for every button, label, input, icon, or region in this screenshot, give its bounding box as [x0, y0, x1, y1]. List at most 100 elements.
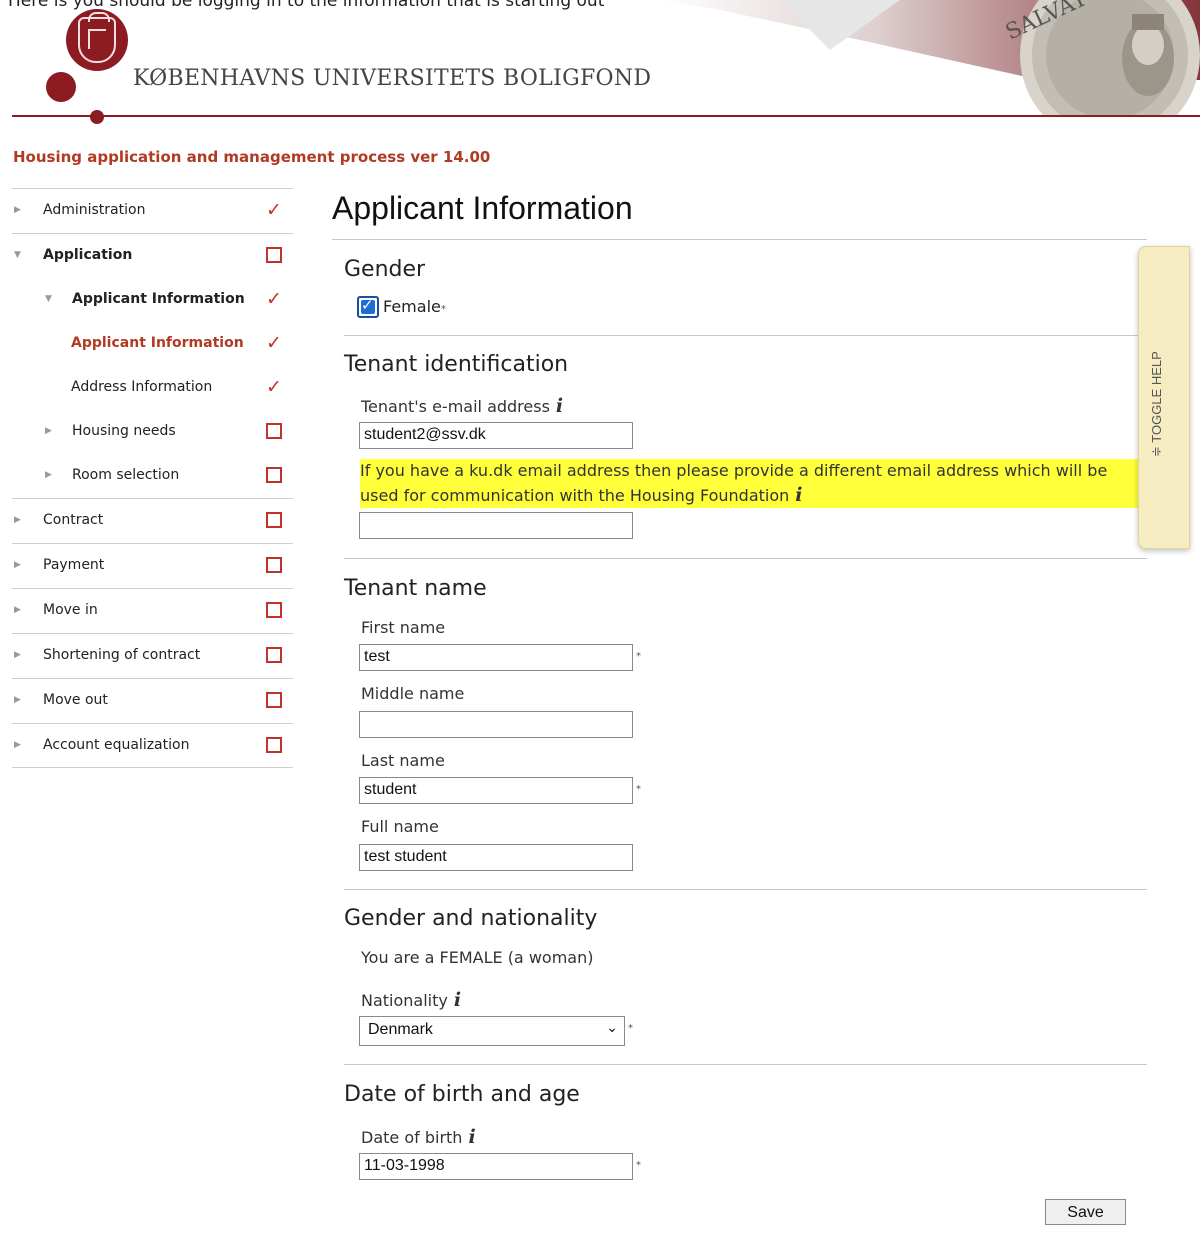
university-seal-logo: [66, 9, 128, 71]
decorative-dot: [90, 110, 104, 124]
header-seal-image: SALVAT: [660, 0, 1200, 116]
nav-label: Move out: [43, 692, 108, 708]
required-marker: *: [636, 784, 641, 795]
section-title-tenant-name: Tenant name: [344, 576, 487, 601]
dob-field[interactable]: 11-03-1998: [359, 1153, 633, 1180]
section-title-tenant-identification: Tenant identification: [344, 352, 569, 377]
email-field[interactable]: student2@ssv.dk: [359, 422, 633, 449]
female-checkbox[interactable]: ✓: [357, 296, 379, 318]
last-name-field[interactable]: student: [359, 777, 633, 804]
empty-box-icon: [264, 465, 284, 485]
email-label: Tenant's e-mail address i: [361, 395, 564, 417]
check-icon: ✓: [266, 332, 282, 354]
section-title-gender-nationality: Gender and nationality: [344, 906, 598, 931]
arrow-right-icon: ▶: [14, 205, 21, 215]
decorative-dot: [46, 72, 76, 102]
nav-item-address-information[interactable]: Address Information ✓: [12, 366, 293, 410]
nav-label: Applicant Information: [72, 291, 245, 307]
save-button[interactable]: Save: [1045, 1199, 1126, 1225]
full-name-field[interactable]: test student: [359, 844, 633, 871]
info-icon[interactable]: i: [556, 395, 563, 417]
nav-item-payment[interactable]: ▶ Payment: [12, 543, 293, 588]
empty-box-icon: [264, 245, 284, 265]
divider: [344, 558, 1147, 559]
page-title: Applicant Information: [332, 190, 633, 226]
nav-item-housing-needs[interactable]: ▶ Housing needs: [12, 410, 293, 454]
full-name-label: Full name: [361, 817, 439, 836]
first-name-label: First name: [361, 618, 446, 637]
nav-label: Contract: [43, 512, 104, 528]
nav-label: Application: [43, 247, 133, 263]
nav-item-applicant-information-group[interactable]: ▼ Applicant Information ✓: [12, 278, 293, 322]
divider: [344, 889, 1147, 890]
check-icon: ✓: [266, 376, 282, 398]
required-marker: *: [440, 304, 446, 315]
empty-box-icon: [264, 645, 284, 665]
nav-item-shortening-of-contract[interactable]: ▶ Shortening of contract: [12, 633, 293, 678]
middle-name-field[interactable]: [359, 711, 633, 738]
info-icon[interactable]: i: [454, 989, 461, 1011]
info-icon[interactable]: i: [795, 484, 802, 506]
nav-label: Address Information: [71, 379, 213, 395]
nav-label: Room selection: [72, 467, 180, 483]
empty-box-icon: [264, 735, 284, 755]
check-icon: ✓: [266, 288, 282, 310]
divider: [332, 239, 1147, 240]
toggle-help-tab[interactable]: ≑ TOGGLE HELP: [1138, 246, 1190, 549]
arrow-right-icon: ▶: [45, 426, 52, 436]
female-option-label: Female*: [383, 297, 446, 316]
nav-label: Payment: [43, 557, 105, 573]
nav-item-application[interactable]: ▼ Application: [12, 233, 293, 278]
nav-item-applicant-information[interactable]: Applicant Information ✓: [12, 322, 293, 366]
nav-item-move-out[interactable]: ▶ Move out: [12, 678, 293, 723]
nav-label: Account equalization: [43, 737, 190, 753]
nav-label: Administration: [43, 202, 146, 218]
toggle-help-label: ≑ TOGGLE HELP: [1149, 351, 1164, 457]
first-name-field[interactable]: test: [359, 644, 633, 671]
arrow-down-icon: ▼: [45, 294, 52, 304]
arrow-down-icon: ▼: [14, 250, 21, 260]
empty-box-icon: [264, 421, 284, 441]
header-divider: [12, 115, 1200, 117]
required-marker: *: [636, 651, 641, 662]
arrow-right-icon: ▶: [14, 560, 21, 570]
nav-label: Move in: [43, 602, 98, 618]
nationality-label: Nationality i: [361, 989, 462, 1011]
nav-item-contract[interactable]: ▶ Contract: [12, 498, 293, 543]
arrow-right-icon: ▶: [14, 605, 21, 615]
nav-item-account-equalization[interactable]: ▶ Account equalization: [12, 723, 293, 768]
nationality-select[interactable]: Denmark ⌄: [359, 1016, 625, 1046]
arrow-right-icon: ▶: [14, 695, 21, 705]
dob-label: Date of birth i: [361, 1126, 476, 1148]
nav-item-move-in[interactable]: ▶ Move in: [12, 588, 293, 633]
nav-label: Applicant Information: [71, 335, 244, 351]
gender-statement: You are a FEMALE (a woman): [361, 948, 594, 967]
empty-box-icon: [264, 600, 284, 620]
last-name-label: Last name: [361, 751, 445, 770]
divider: [344, 335, 1147, 336]
empty-box-icon: [264, 690, 284, 710]
empty-box-icon: [264, 510, 284, 530]
middle-name-label: Middle name: [361, 684, 465, 703]
section-title-date-of-birth: Date of birth and age: [344, 1082, 580, 1107]
nav-label: Housing needs: [72, 423, 176, 439]
nav-item-administration[interactable]: ▶ Administration ✓: [12, 188, 293, 233]
divider: [344, 1064, 1147, 1065]
brand-name: KØBENHAVNS UNIVERSITETS BOLIGFOND: [133, 66, 652, 91]
arrow-right-icon: ▶: [45, 470, 52, 480]
chevron-down-icon: ⌄: [606, 1019, 618, 1035]
section-title-gender: Gender: [344, 257, 426, 282]
alt-email-note: If you have a ku.dk email address then p…: [360, 459, 1140, 508]
process-title: Housing application and management proce…: [13, 148, 491, 166]
arrow-right-icon: ▶: [14, 650, 21, 660]
required-marker: *: [628, 1023, 633, 1034]
arrow-right-icon: ▶: [14, 740, 21, 750]
sidebar-nav: ▶ Administration ✓ ▼ Application ▼ Appli…: [12, 188, 293, 768]
empty-box-icon: [264, 555, 284, 575]
check-icon: ✓: [266, 199, 282, 221]
arrow-right-icon: ▶: [14, 515, 21, 525]
nav-item-room-selection[interactable]: ▶ Room selection: [12, 454, 293, 498]
nav-label: Shortening of contract: [43, 647, 201, 663]
alt-email-field[interactable]: [359, 512, 633, 539]
info-icon[interactable]: i: [468, 1126, 475, 1148]
